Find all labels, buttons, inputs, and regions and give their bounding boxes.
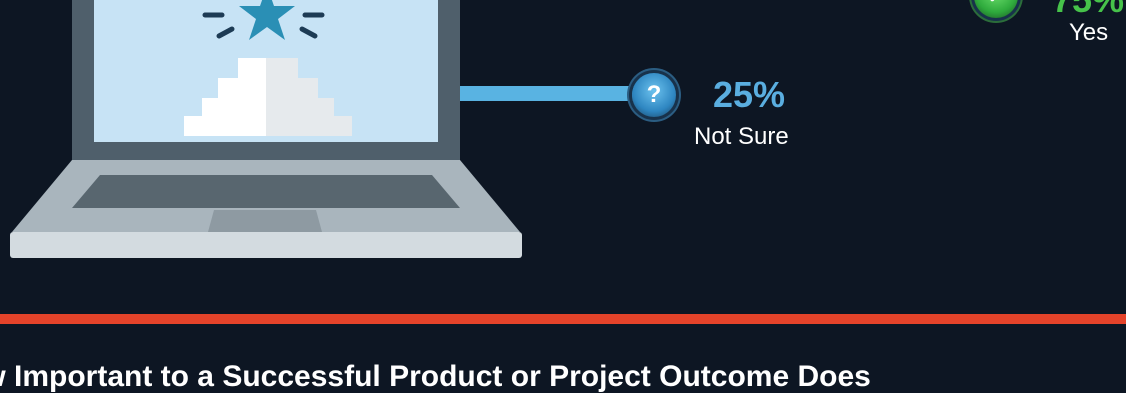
not-sure-label: Not Sure — [694, 123, 789, 150]
check-icon: ✓ — [974, 0, 1018, 18]
question-icon: ? — [632, 73, 676, 117]
laptop-front — [10, 232, 522, 258]
laptop-keyboard — [72, 175, 460, 208]
section-headline: ow Important to a Successful Product or … — [0, 360, 871, 393]
laptop-trackpad — [208, 210, 322, 232]
yes-label: Yes — [1069, 19, 1109, 46]
yes-percentage: 75% — [1052, 0, 1124, 18]
not-sure-percentage: 25% — [713, 74, 786, 115]
not-sure-connector-bar — [460, 86, 656, 101]
laptop-illustration — [10, 0, 522, 258]
section-divider — [0, 314, 1126, 324]
